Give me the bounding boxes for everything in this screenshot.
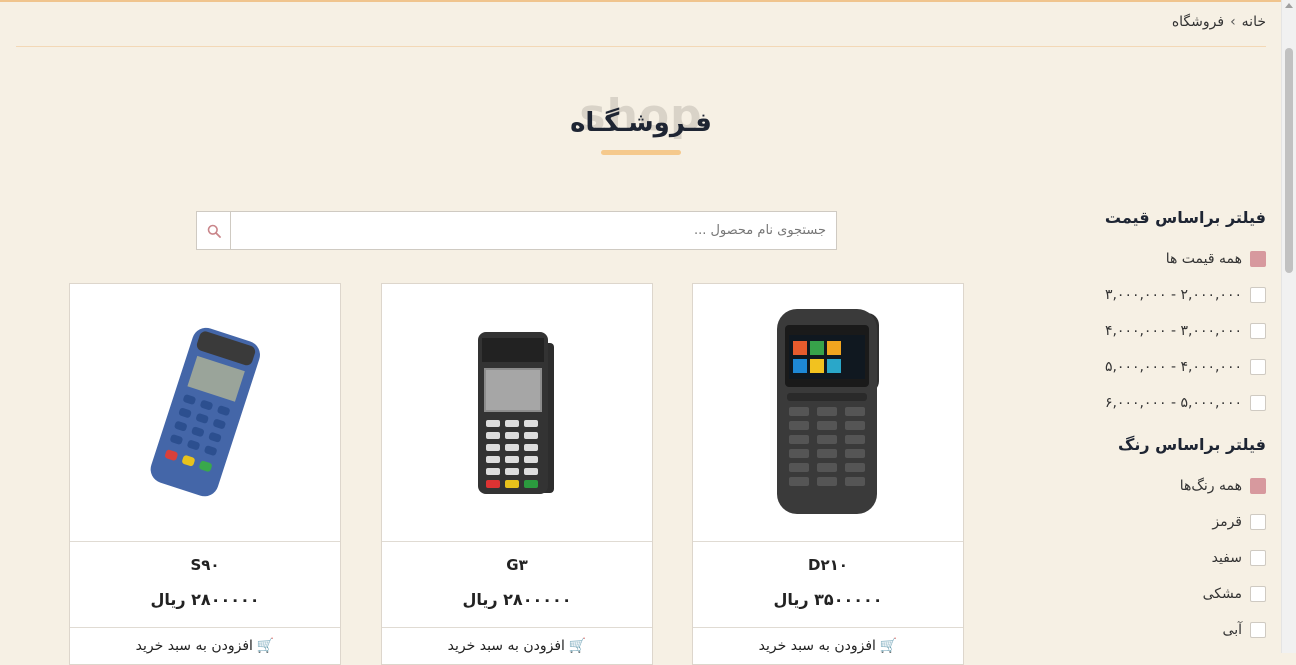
product-price: ۲۸۰۰۰۰۰ ریال: [462, 590, 572, 609]
cart-icon: 🛒: [256, 638, 275, 654]
color-filter-option[interactable]: آبی: [1096, 612, 1266, 648]
color-filter-option[interactable]: همه رنگ‌ها: [1096, 468, 1266, 504]
checkbox[interactable]: [1250, 514, 1266, 530]
price-filter-label: ۲,۰۰۰,۰۰۰ - ۳,۰۰۰,۰۰۰: [1104, 287, 1242, 303]
product-name[interactable]: S۹۰: [70, 556, 340, 574]
pos-terminal-image: [478, 331, 554, 494]
color-filter-label: قرمز: [1212, 514, 1242, 530]
title-underline: [601, 150, 681, 155]
price-filter-option[interactable]: ۴,۰۰۰,۰۰۰ - ۵,۰۰۰,۰۰۰: [1096, 349, 1266, 385]
color-filter-option[interactable]: قرمز: [1096, 504, 1266, 540]
scroll-up-arrow-icon[interactable]: [1285, 3, 1293, 8]
add-to-cart-label: افزودن به سبد خرید: [758, 638, 876, 654]
color-filter-option[interactable]: سفید: [1096, 540, 1266, 576]
price-filter-title: فیلتر براساس قیمت: [1104, 208, 1266, 227]
page-heading: shop فـروشـگـاه: [541, 90, 741, 165]
top-accent-line: [0, 0, 1282, 2]
scrollbar-thumb[interactable]: [1285, 48, 1293, 273]
search-input[interactable]: [231, 212, 836, 249]
page-title: فـروشـگـاه: [570, 108, 712, 138]
checkbox[interactable]: [1250, 622, 1266, 638]
breadcrumb-divider: [16, 46, 1266, 47]
search-button[interactable]: [197, 212, 231, 249]
add-to-cart-label: افزودن به سبد خرید: [447, 638, 565, 654]
product-price: ۳۵۰۰۰۰۰ ریال: [773, 590, 883, 609]
color-filter-label: آبی: [1222, 622, 1242, 638]
price-filter-label: ۵,۰۰۰,۰۰۰ - ۶,۰۰۰,۰۰۰: [1104, 395, 1242, 411]
card-divider: [382, 627, 652, 628]
price-filter-option[interactable]: ۵,۰۰۰,۰۰۰ - ۶,۰۰۰,۰۰۰: [1096, 385, 1266, 421]
color-filter-title: فیلتر براساس رنگ: [1117, 435, 1266, 454]
product-card[interactable]: D۲۱۰ ۳۵۰۰۰۰۰ ریال 🛒 افزودن به سبد خرید: [692, 283, 964, 665]
checkbox[interactable]: [1250, 550, 1266, 566]
price-filter-option[interactable]: ۳,۰۰۰,۰۰۰ - ۴,۰۰۰,۰۰۰: [1096, 313, 1266, 349]
product-card[interactable]: G۳ ۲۸۰۰۰۰۰ ریال 🛒 افزودن به سبد خرید: [381, 283, 653, 665]
price-filter-option[interactable]: همه قیمت ها: [1096, 241, 1266, 277]
cart-icon: 🛒: [879, 638, 898, 654]
card-divider: [693, 627, 963, 628]
checkbox[interactable]: [1250, 478, 1266, 494]
breadcrumb-home-link[interactable]: خانه: [1242, 14, 1266, 30]
card-divider: [70, 627, 340, 628]
color-filter-option[interactable]: مشکی: [1096, 576, 1266, 612]
pos-terminal-image: [150, 327, 260, 497]
price-filter-label: ۳,۰۰۰,۰۰۰ - ۴,۰۰۰,۰۰۰: [1104, 323, 1242, 339]
product-card[interactable]: S۹۰ ۲۸۰۰۰۰۰ ریال 🛒 افزودن به سبد خرید: [69, 283, 341, 665]
product-image[interactable]: [70, 284, 340, 542]
search-icon: [207, 224, 221, 238]
chevron-left-icon: ›: [1230, 14, 1236, 30]
pos-terminal-image: [777, 308, 879, 514]
checkbox[interactable]: [1250, 323, 1266, 339]
add-to-cart-label: افزودن به سبد خرید: [135, 638, 253, 654]
price-filter-option[interactable]: ۲,۰۰۰,۰۰۰ - ۳,۰۰۰,۰۰۰: [1096, 277, 1266, 313]
product-image[interactable]: [382, 284, 652, 542]
color-filter-label: سفید: [1211, 550, 1242, 566]
add-to-cart-button[interactable]: 🛒 افزودن به سبد خرید: [382, 638, 652, 654]
product-name[interactable]: G۳: [382, 556, 652, 574]
checkbox[interactable]: [1250, 395, 1266, 411]
filters-sidebar: فیلتر براساس قیمت همه قیمت ها ۲,۰۰۰,۰۰۰ …: [1096, 208, 1266, 648]
add-to-cart-button[interactable]: 🛒 افزودن به سبد خرید: [693, 638, 963, 654]
checkbox[interactable]: [1250, 287, 1266, 303]
checkbox[interactable]: [1250, 359, 1266, 375]
checkbox[interactable]: [1250, 251, 1266, 267]
color-filter-label: همه رنگ‌ها: [1179, 478, 1242, 494]
cart-icon: 🛒: [568, 638, 587, 654]
product-name[interactable]: D۲۱۰: [693, 556, 963, 574]
product-image[interactable]: [693, 284, 963, 542]
add-to-cart-button[interactable]: 🛒 افزودن به سبد خرید: [70, 638, 340, 654]
page-scrollbar[interactable]: [1281, 0, 1296, 653]
checkbox[interactable]: [1250, 586, 1266, 602]
product-price: ۲۸۰۰۰۰۰ ریال: [150, 590, 260, 609]
price-filter-label: ۴,۰۰۰,۰۰۰ - ۵,۰۰۰,۰۰۰: [1104, 359, 1242, 375]
breadcrumb: خانه › فروشگاه: [1172, 14, 1266, 30]
product-search: [196, 211, 837, 250]
color-filter-label: مشکی: [1202, 586, 1242, 602]
price-filter-label: همه قیمت ها: [1165, 251, 1242, 267]
breadcrumb-current: فروشگاه: [1171, 14, 1225, 30]
